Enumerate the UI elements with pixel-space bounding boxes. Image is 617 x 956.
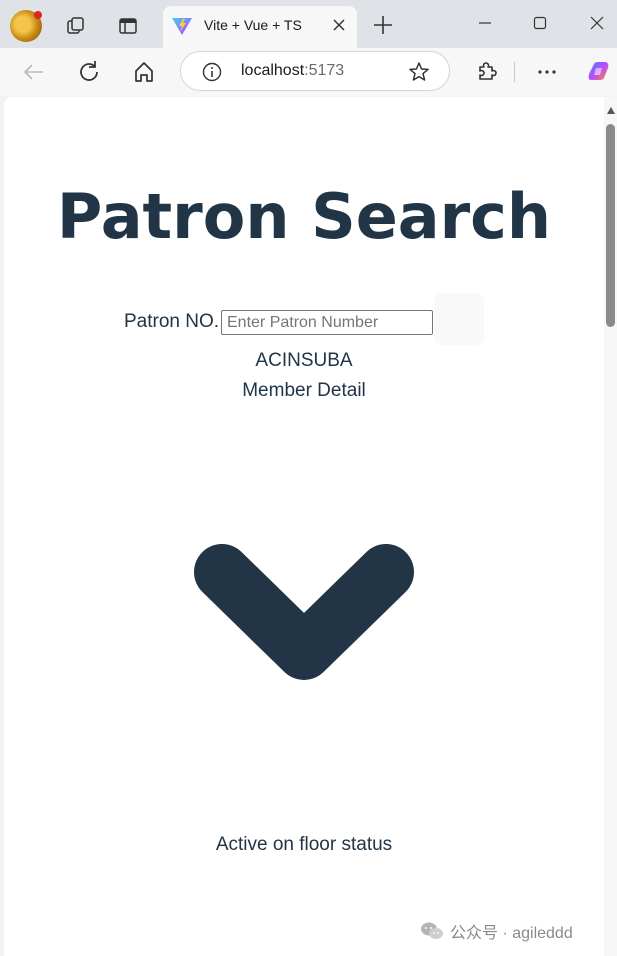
vertical-scrollbar[interactable]	[604, 97, 617, 956]
tab-strip: Vite + Vue + TS	[0, 0, 617, 48]
close-icon[interactable]	[328, 14, 350, 36]
notification-dot	[34, 11, 42, 19]
refresh-icon[interactable]	[75, 58, 103, 86]
more-icon[interactable]	[533, 58, 561, 86]
tab-actions-icon[interactable]	[112, 10, 144, 42]
back-icon[interactable]	[20, 58, 48, 86]
scroll-up-arrow[interactable]	[607, 107, 615, 114]
patron-number-label: Patron NO.	[124, 311, 220, 332]
minimize-icon[interactable]	[470, 8, 500, 38]
floor-status-text: Active on floor status	[215, 834, 393, 855]
active-tab[interactable]: Vite + Vue + TS	[163, 6, 357, 48]
favorite-star-icon[interactable]	[407, 60, 431, 84]
wechat-icon	[421, 922, 443, 939]
copilot-icon[interactable]	[585, 58, 613, 86]
member-code: ACINSUBA	[255, 350, 353, 371]
maximize-icon[interactable]	[525, 8, 555, 38]
page-viewport: Patron Search Patron NO. ACINSUBA Member…	[4, 97, 604, 956]
patron-number-input[interactable]	[221, 310, 433, 335]
info-icon[interactable]	[201, 61, 223, 83]
extensions-icon[interactable]	[472, 58, 500, 86]
toolbar-separator	[514, 62, 515, 82]
member-detail-heading: Member Detail	[242, 380, 366, 401]
page-title: Patron Search	[56, 180, 552, 253]
search-button[interactable]	[434, 293, 484, 345]
window-close-icon[interactable]	[582, 8, 612, 38]
plus-icon[interactable]	[370, 12, 396, 38]
scroll-thumb[interactable]	[606, 124, 615, 327]
chevron-down-icon[interactable]	[192, 544, 416, 684]
home-icon[interactable]	[130, 58, 158, 86]
tab-title: Vite + Vue + TS	[204, 17, 302, 33]
browser-toolbar: localhost:5173	[0, 48, 617, 96]
workspaces-icon[interactable]	[60, 10, 92, 42]
address-bar[interactable]: localhost:5173	[180, 51, 450, 91]
vite-icon	[172, 18, 192, 35]
watermark-text: 公众号 · agileddd	[450, 925, 573, 942]
watermark: 公众号 · agileddd	[420, 918, 573, 944]
address-text[interactable]: localhost:5173	[241, 62, 344, 80]
